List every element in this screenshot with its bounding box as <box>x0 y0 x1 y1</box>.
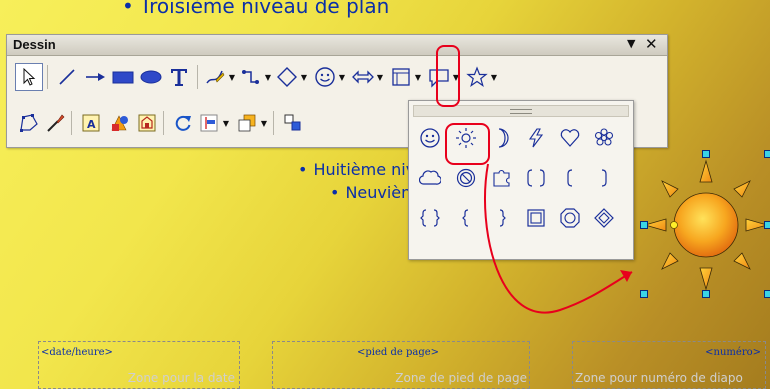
left-brace-icon[interactable] <box>451 203 481 233</box>
popup-drag-handle[interactable] <box>413 105 629 117</box>
diamond-bevel-icon[interactable] <box>589 203 619 233</box>
outline-level3[interactable]: • Troisième niveau de plan <box>122 0 389 18</box>
points-icon[interactable] <box>15 109 43 137</box>
puzzle-icon[interactable] <box>487 163 517 193</box>
double-brace-icon[interactable] <box>415 203 445 233</box>
chevron-down-icon[interactable]: ▼ <box>337 69 347 85</box>
curve-icon[interactable] <box>201 63 229 91</box>
toolbar-row-1: ▼ ▼ ▼ ▼ ▼ ▼ ▼ ▼ <box>11 61 663 93</box>
date-field: <date/heure> <box>41 347 113 358</box>
selection-handle[interactable] <box>640 290 648 298</box>
bullet: • <box>122 0 134 18</box>
toolbar-title-bar[interactable]: Dessin ▼ ✕ <box>7 35 667 56</box>
symbol-shapes-popup <box>408 100 634 260</box>
right-brace-icon[interactable] <box>487 203 517 233</box>
chevron-down-icon[interactable]: ▼ <box>227 69 237 85</box>
heart-icon[interactable] <box>555 123 585 153</box>
select-arrow-icon[interactable] <box>15 63 43 91</box>
line-arrow-icon[interactable] <box>81 63 109 91</box>
rotate-icon[interactable] <box>169 109 197 137</box>
lightning-icon[interactable] <box>521 123 551 153</box>
image-from-file-icon[interactable] <box>105 109 133 137</box>
bullet: • <box>298 160 308 179</box>
text-icon[interactable] <box>165 63 193 91</box>
selection-handle[interactable] <box>640 221 648 229</box>
footer-field: <pied de page> <box>357 347 440 358</box>
chevron-down-icon[interactable]: ▼ <box>375 69 385 85</box>
number-zone[interactable]: <numéro> Zone pour numéro de diapo <box>572 341 766 389</box>
forbidden-icon[interactable] <box>451 163 481 193</box>
separator <box>197 65 198 89</box>
chevron-down-icon[interactable]: ▼ <box>413 69 423 85</box>
sun-shape[interactable] <box>640 150 770 300</box>
outline-level3-text: Troisième niveau de plan <box>139 0 390 18</box>
separator <box>71 111 72 135</box>
selection-handle[interactable] <box>764 221 770 229</box>
chevron-down-icon[interactable]: ▼ <box>489 69 499 85</box>
date-placeholder: Zone pour la date <box>127 371 235 385</box>
sun-icon[interactable] <box>451 123 481 153</box>
left-bracket-icon[interactable] <box>555 163 585 193</box>
smiley-icon[interactable] <box>415 123 445 153</box>
symbol-shapes-icon[interactable] <box>311 63 339 91</box>
block-arrows-icon[interactable] <box>349 63 377 91</box>
group-icon[interactable] <box>279 109 307 137</box>
chevron-down-icon[interactable]: ▼ <box>263 69 273 85</box>
selection-handle[interactable] <box>702 150 710 158</box>
cloud-icon[interactable] <box>415 163 445 193</box>
separator <box>273 111 274 135</box>
callouts-icon[interactable] <box>425 63 453 91</box>
rectangle-icon[interactable] <box>109 63 137 91</box>
separator <box>163 111 164 135</box>
selection-handle[interactable] <box>702 290 710 298</box>
close-icon[interactable]: ✕ <box>645 35 658 53</box>
chevron-down-icon[interactable]: ▼ <box>299 69 309 85</box>
square-bevel-icon[interactable] <box>521 203 551 233</box>
fontwork-icon[interactable]: A <box>77 109 105 137</box>
flower-icon[interactable] <box>589 123 619 153</box>
alignment-icon[interactable] <box>195 109 223 137</box>
double-bracket-icon[interactable] <box>521 163 551 193</box>
connector-icon[interactable] <box>237 63 265 91</box>
moon-icon[interactable] <box>487 123 517 153</box>
ellipse-icon[interactable] <box>137 63 165 91</box>
separator <box>47 65 48 89</box>
extrusion-icon[interactable] <box>133 109 161 137</box>
number-placeholder: Zone pour numéro de diapo <box>575 371 743 385</box>
chevron-down-icon[interactable]: ▼ <box>259 115 269 131</box>
bullet: • <box>330 183 340 202</box>
toolbar-title: Dessin <box>13 37 56 52</box>
date-zone[interactable]: <date/heure> Zone pour la date <box>38 341 240 389</box>
number-field: <numéro> <box>705 347 761 358</box>
flowchart-icon[interactable] <box>387 63 415 91</box>
line-icon[interactable] <box>53 63 81 91</box>
stars-icon[interactable] <box>463 63 491 91</box>
footer-zone[interactable]: <pied de page> Zone de pied de page <box>272 341 530 389</box>
octagon-bevel-icon[interactable] <box>555 203 585 233</box>
right-bracket-icon[interactable] <box>589 163 619 193</box>
toolbar-options-icon[interactable]: ▼ <box>627 37 635 50</box>
selection-handle[interactable] <box>764 150 770 158</box>
basic-shapes-icon[interactable] <box>273 63 301 91</box>
chevron-down-icon[interactable]: ▼ <box>451 69 461 85</box>
arrange-icon[interactable] <box>233 109 261 137</box>
footer-placeholder: Zone de pied de page <box>395 371 527 385</box>
chevron-down-icon[interactable]: ▼ <box>221 115 231 131</box>
selection-handle[interactable] <box>764 290 770 298</box>
glue-points-icon[interactable] <box>41 109 69 137</box>
svg-text:A: A <box>87 118 96 131</box>
